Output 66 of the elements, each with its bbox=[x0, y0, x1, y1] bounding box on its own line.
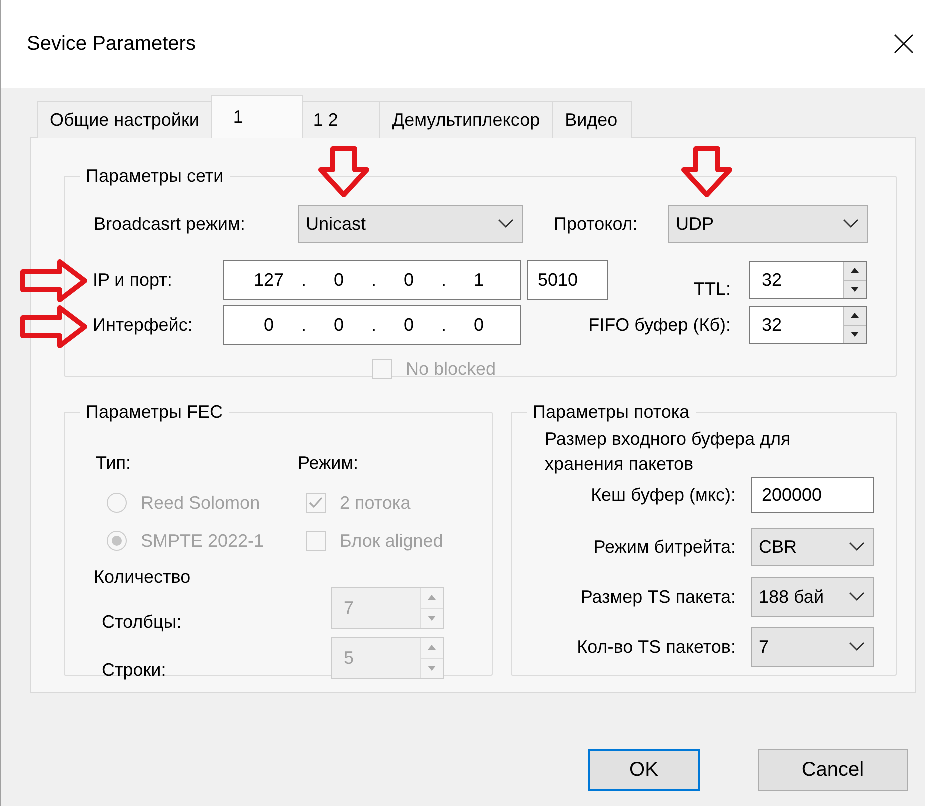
triangle-down-icon bbox=[850, 330, 860, 338]
group-title: Параметры FEC bbox=[85, 401, 224, 423]
spin-up-button[interactable] bbox=[844, 307, 866, 324]
field-label: Количество bbox=[94, 567, 191, 587]
field-label: Тип: bbox=[96, 453, 132, 475]
chevron-down-icon bbox=[849, 642, 865, 652]
cancel-button[interactable]: Cancel bbox=[758, 749, 908, 791]
field-label: Размер TS пакета: bbox=[580, 586, 736, 608]
spin-down-button[interactable] bbox=[844, 280, 866, 298]
dropdown[interactable]: UDP bbox=[668, 205, 868, 243]
field-label: Интерфейс: bbox=[93, 314, 194, 336]
triangle-down-icon bbox=[427, 664, 437, 672]
tab[interactable]: Демультиплексор bbox=[379, 101, 554, 138]
field-label: Строки: bbox=[102, 660, 168, 681]
text-field[interactable]: 200000 bbox=[751, 477, 874, 513]
checkmark-icon bbox=[308, 496, 324, 510]
checkbox-label: 2 потока bbox=[340, 492, 411, 514]
field-label: IP и порт: bbox=[93, 270, 174, 290]
triangle-up-icon bbox=[850, 312, 860, 320]
triangle-up-icon bbox=[850, 267, 860, 274]
triangle-down-icon bbox=[850, 286, 860, 293]
group-title: Параметры сети bbox=[85, 165, 225, 187]
field-label: Режим битрейта: bbox=[592, 536, 736, 558]
close-icon[interactable] bbox=[894, 34, 914, 54]
field-label: Столбцы: bbox=[102, 612, 183, 633]
field-label: Кеш буфер (мкс): bbox=[590, 484, 736, 506]
radio-label: Reed Solomon bbox=[141, 492, 260, 514]
chevron-down-icon bbox=[849, 592, 865, 602]
ok-button[interactable]: OK bbox=[588, 749, 700, 791]
group-title: Параметры потока bbox=[532, 401, 691, 423]
field-label: Broadcasrt режим: bbox=[94, 214, 246, 234]
down-arrow-icon bbox=[317, 146, 371, 198]
checkbox-label: Блок aligned bbox=[340, 530, 444, 552]
tab[interactable]: Общие настройки bbox=[37, 101, 212, 138]
tab[interactable]: Видео bbox=[552, 101, 632, 138]
chevron-down-icon bbox=[843, 219, 859, 229]
right-arrow-icon bbox=[20, 305, 88, 349]
chevron-down-icon bbox=[849, 542, 865, 552]
triangle-down-icon bbox=[427, 614, 437, 622]
chevron-down-icon bbox=[498, 219, 514, 229]
field-label: TTL: bbox=[692, 279, 731, 300]
field-label: Режим: bbox=[298, 453, 360, 475]
ip-address-field[interactable]: 127 . 0 . 0 . 1 bbox=[223, 260, 521, 300]
dropdown[interactable]: 7 bbox=[751, 627, 874, 667]
spin-box[interactable]: 32 bbox=[749, 261, 867, 299]
tab[interactable]: 1 2 bbox=[300, 101, 380, 138]
spin-up-button[interactable] bbox=[844, 262, 866, 280]
dropdown[interactable]: 188 бай bbox=[751, 577, 874, 617]
field-label: FIFO буфер (Кб): bbox=[588, 314, 731, 336]
dropdown[interactable]: CBR bbox=[751, 528, 874, 566]
ip-address-field[interactable]: 0 . 0 . 0 . 0 bbox=[223, 305, 521, 345]
down-arrow-icon bbox=[680, 146, 734, 198]
window-title: Sevice Parameters bbox=[27, 32, 196, 56]
field-label: Кол-во TS пакетов: bbox=[576, 636, 736, 658]
field-label: Протокол: bbox=[554, 214, 639, 234]
triangle-up-icon bbox=[427, 594, 437, 602]
port-field[interactable]: 5010 bbox=[527, 260, 608, 300]
triangle-up-icon bbox=[427, 644, 437, 652]
dropdown[interactable]: Unicast bbox=[298, 205, 523, 243]
spin-box[interactable]: 32 bbox=[749, 306, 867, 344]
spin-down-button[interactable] bbox=[844, 324, 866, 343]
right-arrow-icon bbox=[20, 259, 88, 303]
description-text: Размер входного буфера для хранения пакетов bbox=[545, 428, 792, 476]
radio-label: SMPTE 2022-1 bbox=[141, 530, 264, 552]
tab[interactable]: 1 bbox=[211, 95, 304, 138]
checkbox-label: No blocked bbox=[406, 358, 496, 380]
